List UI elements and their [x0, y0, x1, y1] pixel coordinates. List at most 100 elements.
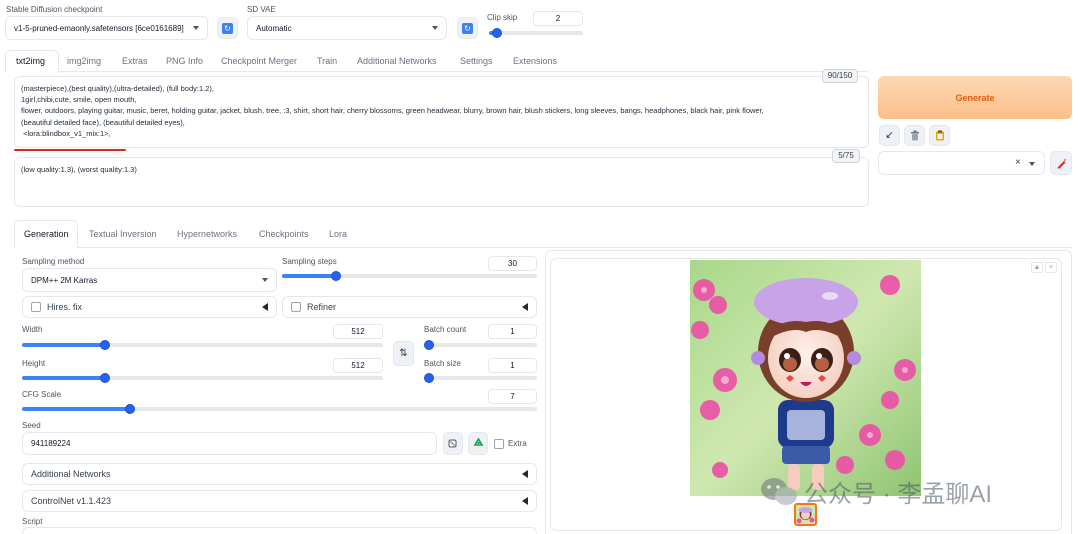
- chevron-down-icon: [262, 278, 268, 282]
- wechat-logo-icon: [761, 477, 797, 505]
- edit-styles-button[interactable]: [1050, 151, 1072, 175]
- slider-handle[interactable]: [100, 373, 111, 383]
- script-select[interactable]: [22, 527, 537, 534]
- close-icon[interactable]: ×: [1045, 262, 1057, 273]
- prompt-text[interactable]: (masterpiece),(best quality),(ultra-deta…: [21, 83, 798, 139]
- read-params-button[interactable]: ↙: [879, 125, 900, 146]
- tab-txt2img[interactable]: txt2img: [16, 56, 45, 66]
- tab-textual-inversion[interactable]: Textual Inversion: [89, 229, 157, 239]
- watermark-text: 公众号 · 李孟聊AI: [804, 481, 993, 508]
- batch-count-slider[interactable]: [424, 338, 537, 352]
- hires-fix-checkbox[interactable]: [31, 302, 41, 312]
- tab-extras[interactable]: Extras: [122, 56, 148, 66]
- slider-handle[interactable]: [100, 340, 111, 350]
- tab-extensions[interactable]: Extensions: [513, 56, 557, 66]
- tab-checkpoints[interactable]: Checkpoints: [259, 229, 309, 239]
- slider-handle[interactable]: [492, 28, 503, 38]
- styles-select[interactable]: ×: [878, 151, 1045, 175]
- slider-handle[interactable]: [424, 373, 434, 383]
- sampling-steps-slider[interactable]: [282, 269, 537, 283]
- negative-prompt-text[interactable]: (low quality:1.3), (worst quality:1.3): [21, 164, 137, 175]
- chevron-down-icon: [193, 26, 199, 30]
- seed-input[interactable]: 941189224: [22, 432, 437, 455]
- additional-networks-accordion[interactable]: Additional Networks: [22, 463, 537, 485]
- batch-size-slider[interactable]: [424, 371, 537, 385]
- seed-label: Seed: [22, 421, 41, 430]
- collapse-triangle-icon: [262, 303, 268, 311]
- vae-label: SD VAE: [247, 5, 276, 14]
- slider-handle[interactable]: [125, 404, 136, 414]
- refresh-checkpoint-button[interactable]: ↻: [217, 17, 238, 39]
- tab-img2img[interactable]: img2img: [67, 56, 101, 66]
- height-slider[interactable]: [22, 371, 383, 385]
- tab-additional-networks[interactable]: Additional Networks: [357, 56, 437, 66]
- refresh-icon: ↻: [222, 22, 233, 34]
- recycle-icon: [473, 438, 483, 446]
- clear-prompt-button[interactable]: [904, 125, 925, 146]
- batch-count-label: Batch count: [424, 325, 467, 334]
- clip-skip-label: Clip skip: [487, 13, 518, 22]
- slider-handle[interactable]: [330, 271, 341, 281]
- clipboard-icon: [935, 130, 944, 141]
- arrow-icon: ↙: [885, 130, 894, 141]
- cfg-scale-slider[interactable]: [22, 402, 537, 416]
- clip-skip-input[interactable]: 2: [533, 11, 583, 26]
- clear-x-icon[interactable]: ×: [1015, 157, 1021, 168]
- trash-icon: [910, 130, 919, 141]
- extra-seed-label: Extra: [508, 439, 527, 448]
- refiner-label: Refiner: [307, 302, 337, 312]
- additional-networks-label: Additional Networks: [31, 469, 111, 479]
- tab-train[interactable]: Train: [317, 56, 337, 66]
- generated-image[interactable]: [690, 260, 921, 496]
- paste-style-button[interactable]: [929, 125, 950, 146]
- generate-button[interactable]: Generate: [878, 76, 1072, 119]
- tab-lora[interactable]: Lora: [329, 229, 347, 239]
- batch-count-input[interactable]: 1: [488, 324, 537, 339]
- collapse-triangle-icon: [522, 497, 528, 505]
- checkpoint-value: v1-5-pruned-emaonly.safetensors [6ce0161…: [14, 23, 184, 33]
- hires-fix-label: Hires. fix: [47, 302, 83, 312]
- swap-dimensions-button[interactable]: ⇅: [393, 341, 414, 366]
- clip-skip-slider[interactable]: [489, 26, 583, 40]
- width-slider[interactable]: [22, 338, 383, 352]
- controlnet-accordion[interactable]: ControlNet v1.1.423: [22, 490, 537, 512]
- prompt-token-counter: 90/150: [822, 69, 858, 83]
- random-seed-button[interactable]: [443, 432, 463, 455]
- prompt-textarea[interactable]: (masterpiece),(best quality),(ultra-deta…: [14, 76, 869, 148]
- refiner-checkbox[interactable]: [291, 302, 301, 312]
- vae-select[interactable]: Automatic: [247, 16, 447, 40]
- sub-tabs: [14, 220, 1072, 248]
- controlnet-label: ControlNet v1.1.423: [31, 496, 112, 506]
- chevron-down-icon: [432, 26, 438, 30]
- download-icon[interactable]: ▲: [1031, 262, 1043, 273]
- extra-seed-checkbox[interactable]: [494, 439, 504, 449]
- tab-generation[interactable]: Generation: [24, 229, 69, 239]
- width-label: Width: [22, 325, 43, 334]
- sampling-method-value: DPM++ 2M Karras: [31, 275, 98, 285]
- refresh-icon: ↻: [462, 22, 473, 34]
- sampling-steps-label: Sampling steps: [282, 257, 337, 266]
- chibi-girl-illustration: [690, 260, 921, 496]
- checkpoint-label: Stable Diffusion checkpoint: [6, 5, 103, 14]
- hires-fix-accordion[interactable]: Hires. fix: [22, 296, 277, 318]
- watermark: 公众号 · 李孟聊AI: [760, 474, 992, 509]
- tab-checkpoint-merger[interactable]: Checkpoint Merger: [221, 56, 297, 66]
- dice-icon: [448, 439, 456, 448]
- sampling-method-label: Sampling method: [22, 257, 85, 266]
- tab-hypernetworks[interactable]: Hypernetworks: [177, 229, 237, 239]
- tab-settings[interactable]: Settings: [460, 56, 493, 66]
- chevron-down-icon: [1029, 162, 1035, 166]
- refresh-vae-button[interactable]: ↻: [457, 17, 478, 39]
- refiner-accordion[interactable]: Refiner: [282, 296, 537, 318]
- slider-handle[interactable]: [424, 340, 434, 350]
- swap-icon: ⇅: [399, 348, 408, 359]
- checkpoint-select[interactable]: v1-5-pruned-emaonly.safetensors [6ce0161…: [5, 16, 208, 40]
- sampling-method-select[interactable]: DPM++ 2M Karras: [22, 268, 277, 292]
- vae-value: Automatic: [256, 23, 292, 33]
- width-input[interactable]: 512: [333, 324, 383, 339]
- reuse-seed-button[interactable]: [468, 432, 488, 455]
- tab-png-info[interactable]: PNG Info: [166, 56, 203, 66]
- generate-label: Generate: [955, 92, 995, 103]
- red-underline-annotation: [14, 149, 126, 151]
- negative-prompt-textarea[interactable]: (low quality:1.3), (worst quality:1.3): [14, 157, 869, 207]
